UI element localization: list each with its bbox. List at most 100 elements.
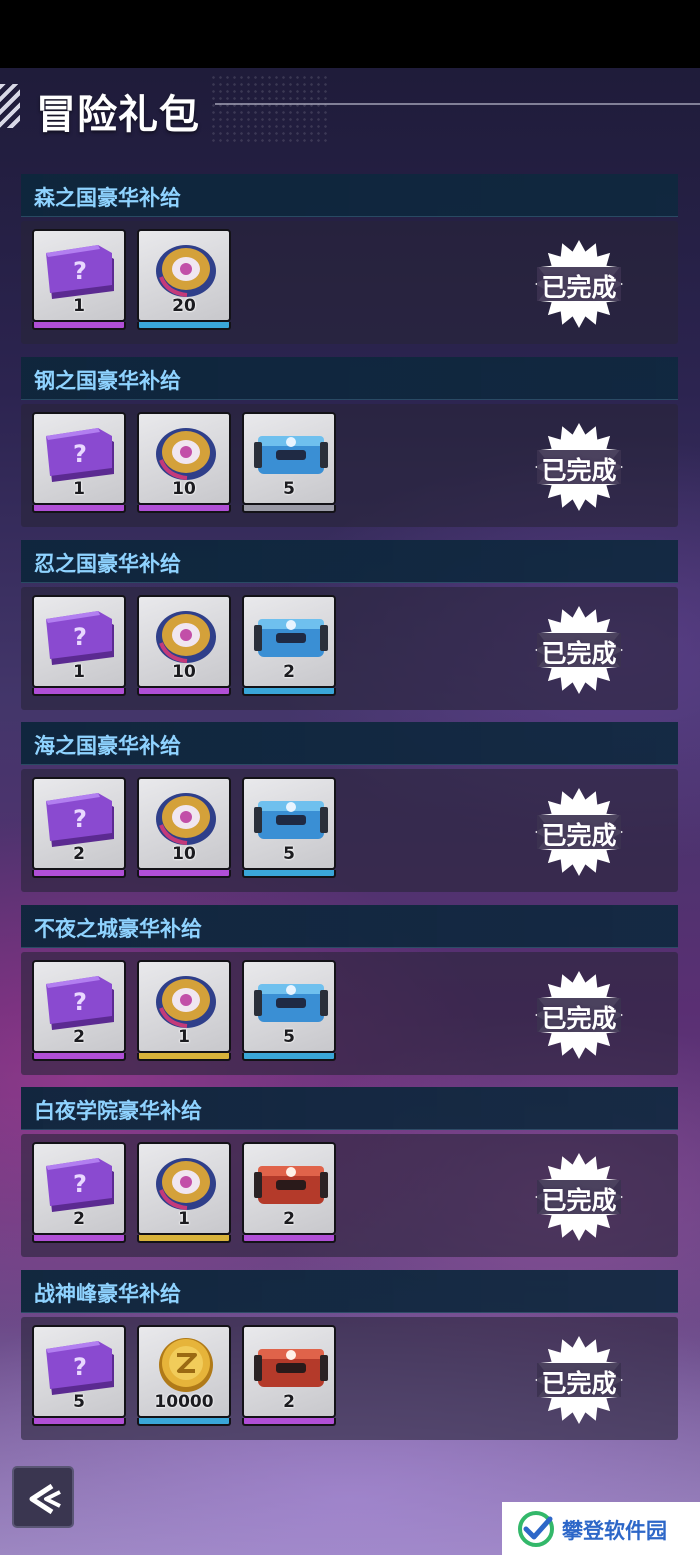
reward-item-slot[interactable]: 10: [137, 595, 231, 696]
rarity-bar: [32, 1053, 126, 1061]
reward-item-frame: 2: [242, 595, 336, 688]
reward-item-slot[interactable]: 1: [137, 1142, 231, 1243]
svg-text:?: ?: [73, 988, 87, 1016]
reward-quantity: 5: [283, 479, 295, 499]
reward-item-slot[interactable]: 5: [242, 777, 336, 878]
completed-stamp: 已完成: [533, 422, 625, 512]
rarity-bar: [137, 322, 231, 330]
pack-card-header: 战神峰豪华补给: [21, 1270, 678, 1313]
reward-item-frame: 1: [137, 1142, 231, 1235]
completed-stamp: 已完成: [533, 1335, 625, 1425]
status-bar: [0, 0, 700, 68]
reward-quantity: 10: [172, 662, 196, 682]
pack-title: 森之国豪华补给: [34, 186, 181, 210]
back-arrow-icon: [29, 1483, 61, 1515]
reward-item-frame: 10: [137, 595, 231, 688]
pack-card-body: ? 2 1 2 已完成: [21, 1134, 678, 1257]
reward-item-slot[interactable]: ? 1: [32, 412, 126, 513]
reward-quantity: 20: [172, 296, 196, 316]
pack-card-header: 白夜学院豪华补给: [21, 1087, 678, 1130]
reward-quantity: 5: [283, 1027, 295, 1047]
rarity-bar: [242, 1053, 336, 1061]
reward-quantity: 5: [73, 1392, 85, 1412]
pack-card-body: ? 1 20 已完成: [21, 221, 678, 344]
completed-label: 已完成: [541, 1186, 617, 1215]
svg-text:?: ?: [73, 1170, 87, 1198]
back-button[interactable]: [12, 1466, 74, 1528]
rarity-bar: [32, 870, 126, 878]
reward-item-slot[interactable]: 2: [242, 1142, 336, 1243]
pack-card-body: ? 2 10 5 已完成: [21, 769, 678, 892]
pack-title: 钢之国豪华补给: [34, 369, 181, 393]
completed-label: 已完成: [541, 639, 617, 668]
reward-item-slot[interactable]: 20: [137, 229, 231, 330]
rarity-bar: [137, 505, 231, 513]
completed-label: 已完成: [541, 821, 617, 850]
rarity-bar: [137, 1053, 231, 1061]
rarity-bar: [137, 1418, 231, 1426]
pack-card: 钢之国豪华补给 ? 1 10 5 已完成: [21, 357, 678, 527]
pack-card-header: 森之国豪华补给: [21, 174, 678, 217]
rarity-bar: [137, 688, 231, 696]
svg-text:?: ?: [73, 623, 87, 651]
reward-quantity: 2: [73, 1209, 85, 1229]
reward-quantity: 1: [178, 1209, 190, 1229]
reward-item-slot[interactable]: ? 5: [32, 1325, 126, 1426]
completed-stamp: 已完成: [533, 605, 625, 695]
header-divider: [215, 103, 700, 105]
pack-title: 白夜学院豪华补给: [34, 1099, 202, 1123]
rarity-bar: [32, 505, 126, 513]
pack-title: 不夜之城豪华补给: [34, 917, 202, 941]
reward-item-slot[interactable]: 5: [242, 412, 336, 513]
reward-item-frame: ? 1: [32, 412, 126, 505]
reward-item-frame: 5: [242, 412, 336, 505]
reward-item-slot[interactable]: 2: [242, 1325, 336, 1426]
reward-item-slot[interactable]: 1: [137, 960, 231, 1061]
header-dot-pattern: [210, 74, 330, 144]
reward-item-frame: ? 2: [32, 960, 126, 1053]
reward-quantity: 1: [73, 662, 85, 682]
rarity-bar: [242, 1235, 336, 1243]
svg-text:?: ?: [73, 440, 87, 468]
reward-item-slot[interactable]: 2: [242, 595, 336, 696]
svg-text:?: ?: [73, 257, 87, 285]
reward-item-slot[interactable]: ? 1: [32, 595, 126, 696]
reward-item-slot[interactable]: ? 2: [32, 1142, 126, 1243]
reward-item-slot[interactable]: 5: [242, 960, 336, 1061]
reward-quantity: 1: [73, 479, 85, 499]
reward-item-slot[interactable]: ? 2: [32, 960, 126, 1061]
watermark-logo-icon: [518, 1511, 554, 1547]
reward-item-frame: ? 2: [32, 1142, 126, 1235]
pack-card-body: ? 1 10 2 已完成: [21, 587, 678, 710]
reward-quantity: 10: [172, 479, 196, 499]
completed-label: 已完成: [541, 1004, 617, 1033]
pack-card-header: 海之国豪华补给: [21, 722, 678, 765]
reward-item-slot[interactable]: 10000: [137, 1325, 231, 1426]
watermark: 攀登软件园: [502, 1502, 700, 1555]
reward-item-frame: 10000: [137, 1325, 231, 1418]
pack-title: 战神峰豪华补给: [34, 1282, 181, 1306]
reward-item-frame: 10: [137, 777, 231, 870]
rarity-bar: [242, 1418, 336, 1426]
svg-text:?: ?: [73, 1353, 87, 1381]
rarity-bar: [32, 1235, 126, 1243]
pack-card-header: 钢之国豪华补给: [21, 357, 678, 400]
reward-item-slot[interactable]: ? 1: [32, 229, 126, 330]
reward-item-slot[interactable]: 10: [137, 412, 231, 513]
reward-quantity: 2: [283, 1392, 295, 1412]
reward-item-slot[interactable]: ? 2: [32, 777, 126, 878]
reward-item-slot[interactable]: 10: [137, 777, 231, 878]
pack-card-body: ? 5 10000 2 已完成: [21, 1317, 678, 1440]
completed-label: 已完成: [541, 456, 617, 485]
rarity-bar: [137, 1235, 231, 1243]
pack-card: 海之国豪华补给 ? 2 10 5 已完成: [21, 722, 678, 892]
rarity-bar: [32, 688, 126, 696]
reward-item-frame: 5: [242, 777, 336, 870]
reward-quantity: 10: [172, 844, 196, 864]
reward-item-frame: 5: [242, 960, 336, 1053]
reward-quantity: 2: [283, 1209, 295, 1229]
watermark-text: 攀登软件园: [562, 1519, 667, 1543]
pack-card: 战神峰豪华补给 ? 5 10000 2 已完成: [21, 1270, 678, 1440]
completed-stamp: 已完成: [533, 1152, 625, 1242]
reward-quantity: 2: [283, 662, 295, 682]
